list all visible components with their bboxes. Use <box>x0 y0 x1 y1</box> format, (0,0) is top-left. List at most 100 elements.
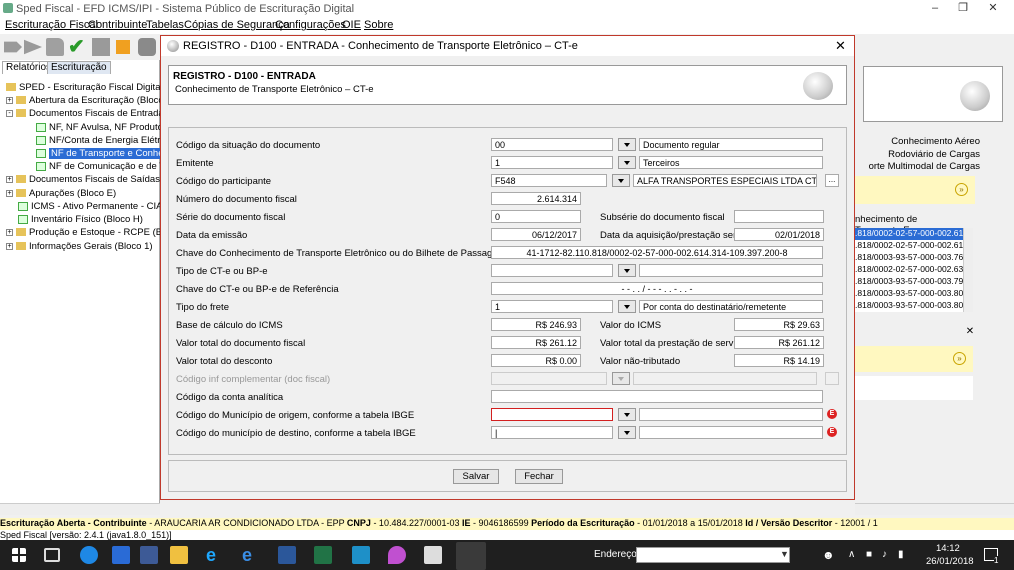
cod-sit-dropdown[interactable] <box>618 138 636 151</box>
address-dropdown-icon[interactable]: ▼ <box>780 549 789 559</box>
is-app-icon[interactable] <box>352 546 370 564</box>
table-row[interactable]: .818/0003-93-57-000-003.79 <box>855 276 963 288</box>
print-icon[interactable] <box>138 38 156 56</box>
subserie-field[interactable] <box>734 210 824 223</box>
menu-contribuinte[interactable]: Contribuinte <box>88 19 147 31</box>
collapse-icon[interactable]: - <box>6 109 13 117</box>
participante-field[interactable]: F548 <box>491 174 607 187</box>
close-panel-icon[interactable]: ✕ <box>963 326 977 340</box>
expand-icon[interactable]: + <box>6 96 13 104</box>
clock-time[interactable]: 14:12 <box>936 543 960 554</box>
table-row[interactable]: .818/0002-02-57-000-002.63 <box>855 264 963 276</box>
windows-start-icon[interactable] <box>12 548 26 562</box>
menu-escrituracao-fiscal[interactable]: Escrituração Fiscal <box>5 19 98 31</box>
emitente-field[interactable]: 1 <box>491 156 613 169</box>
edge-browser-icon[interactable]: e <box>206 546 224 564</box>
task-view-icon[interactable] <box>44 548 60 562</box>
data-emissao-field[interactable]: 06/12/2017 <box>491 228 581 241</box>
language-icon[interactable]: ▮ <box>898 549 904 560</box>
check-icon[interactable]: ✔ <box>68 37 86 57</box>
tipo-cte-dropdown[interactable] <box>618 264 636 277</box>
close-window-button[interactable]: ✕ <box>978 0 1008 17</box>
photos-icon[interactable] <box>424 546 442 564</box>
bc-icms-field[interactable]: R$ 246.93 <box>491 318 581 331</box>
emitente-dropdown[interactable] <box>618 156 636 169</box>
new-document-icon[interactable] <box>4 41 22 53</box>
menu-copias-seguranca[interactable]: Cópias de Segurança <box>184 19 290 31</box>
store-icon[interactable] <box>112 546 130 564</box>
address-input[interactable] <box>636 547 790 563</box>
maps-icon[interactable] <box>388 546 406 564</box>
vl-serv-field[interactable]: R$ 261.12 <box>734 336 824 349</box>
mun-dest-field[interactable]: | <box>491 426 613 439</box>
expand-icon[interactable]: + <box>6 242 13 250</box>
option-rodoviario[interactable]: Rodoviário de Cargas <box>855 149 980 161</box>
save-button[interactable]: Salvar <box>453 469 499 484</box>
tipo-frete-field[interactable]: 1 <box>491 300 613 313</box>
minimize-button[interactable]: – <box>920 0 950 17</box>
data-aquisicao-field[interactable]: 02/01/2018 <box>734 228 824 241</box>
serie-field[interactable]: 0 <box>491 210 581 223</box>
network-icon[interactable]: ■ <box>866 549 872 560</box>
chave-ref-field[interactable]: - - . . / - - - . . - . . - <box>491 282 823 295</box>
option-multimodal[interactable]: orte Multimodal de Cargas <box>855 161 980 173</box>
clock-date[interactable]: 26/01/2018 <box>926 556 974 567</box>
vl-doc-field[interactable]: R$ 261.12 <box>491 336 581 349</box>
edge-icon[interactable] <box>80 546 98 564</box>
internet-explorer-icon[interactable]: e <box>242 546 260 564</box>
file-explorer-icon[interactable] <box>170 546 188 564</box>
tree-root[interactable]: SPED - Escrituração Fiscal Digital <box>6 82 163 93</box>
menu-oie[interactable]: OIE <box>342 19 361 31</box>
chave-field[interactable]: 41-1712-82.110.818/0002-02-57-000-002.61… <box>491 246 823 259</box>
cod-sit-field[interactable]: 00 <box>491 138 613 151</box>
participante-dropdown[interactable] <box>612 174 630 187</box>
table-row[interactable]: .818/0003-93-57-000-003.80 <box>855 288 963 300</box>
mun-dest-dropdown[interactable] <box>618 426 636 439</box>
left-horizontal-scrollbar[interactable] <box>0 503 160 515</box>
close-button[interactable]: Fechar <box>515 469 563 484</box>
option-aereo[interactable]: Conhecimento Aéreo <box>855 136 980 148</box>
tipo-frete-dropdown[interactable] <box>618 300 636 313</box>
sped-taskbar-icon[interactable] <box>456 542 486 570</box>
table-row[interactable]: .818/0002-02-57-000-002.61 <box>855 228 963 240</box>
expand-chevron-icon[interactable]: » <box>953 352 966 365</box>
people-icon[interactable]: ☻ <box>822 548 835 562</box>
tray-chevron-icon[interactable]: ∧ <box>848 549 855 560</box>
menu-sobre[interactable]: Sobre <box>364 19 393 31</box>
tipo-cte-field[interactable] <box>491 264 613 277</box>
conta-field[interactable] <box>491 390 823 403</box>
folder-icon[interactable] <box>46 38 64 56</box>
save-icon[interactable] <box>92 38 110 56</box>
excel-icon[interactable] <box>314 546 332 564</box>
vl-desc-field[interactable]: R$ 0.00 <box>491 354 581 367</box>
participante-search-button[interactable]: ... <box>825 174 839 187</box>
vl-nt-field[interactable]: R$ 14.19 <box>734 354 824 367</box>
table-row[interactable]: .818/0003-93-57-000-003.80 <box>855 300 963 312</box>
tree-item-abertura[interactable]: + Abertura da Escrituração (Bloco 0) <box>6 95 175 106</box>
num-doc-field[interactable]: 2.614.314 <box>491 192 581 205</box>
volume-icon[interactable]: ♪ <box>882 549 887 560</box>
table-row[interactable]: .818/0003-93-57-000-003.76 <box>855 252 963 264</box>
expand-icon[interactable]: + <box>6 189 13 197</box>
close-dialog-button[interactable]: ✕ <box>835 38 846 54</box>
table-row[interactable]: .818/0002-02-57-000-002.61 <box>855 240 963 252</box>
table-vertical-scrollbar[interactable] <box>963 228 973 312</box>
expand-icon[interactable]: + <box>6 228 13 236</box>
tree-item-informacoes-gerais[interactable]: + Informações Gerais (Bloco 1) <box>6 241 153 252</box>
close-document-icon[interactable] <box>116 40 130 54</box>
tree-item-inventario[interactable]: Inventário Físico (Bloco H) <box>18 214 143 225</box>
menu-configuracoes[interactable]: Configurações <box>275 19 346 31</box>
tree-item-apuracoes[interactable]: + Apurações (Bloco E) <box>6 188 116 199</box>
mun-orig-dropdown[interactable] <box>618 408 636 421</box>
expand-icon[interactable]: + <box>6 175 13 183</box>
maximize-button[interactable]: ❐ <box>948 0 978 17</box>
open-icon[interactable] <box>24 39 42 55</box>
tab-escrituracao[interactable]: Escrituração <box>47 61 111 74</box>
menu-tabelas[interactable]: Tabelas <box>146 19 184 31</box>
expand-chevron-icon[interactable]: » <box>955 183 968 196</box>
right-horizontal-scrollbar[interactable] <box>855 503 1014 515</box>
word-icon[interactable] <box>278 546 296 564</box>
vl-icms-field[interactable]: R$ 29.63 <box>734 318 824 331</box>
mun-orig-field[interactable] <box>491 408 613 421</box>
app-icon[interactable] <box>140 546 158 564</box>
